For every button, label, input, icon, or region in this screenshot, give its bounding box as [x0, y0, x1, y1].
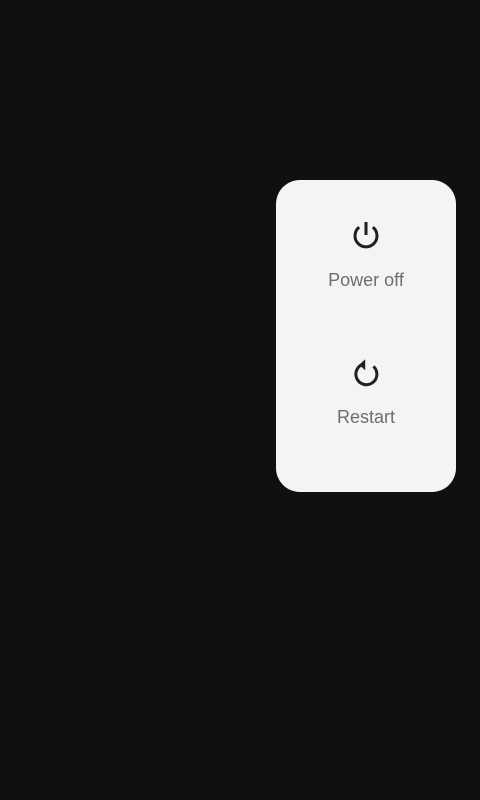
restart-label: Restart — [336, 407, 396, 427]
restart-icon — [354, 359, 379, 387]
power-off-button[interactable]: Power off — [276, 218, 456, 356]
restart-button[interactable]: Restart — [276, 355, 456, 493]
device-screen: { "power_menu": { "actions": [ { "label"… — [0, 0, 480, 800]
power-menu-dialog: Power off Restart — [276, 180, 456, 492]
power-off-label: Power off — [328, 270, 404, 290]
power-icon — [353, 222, 379, 249]
